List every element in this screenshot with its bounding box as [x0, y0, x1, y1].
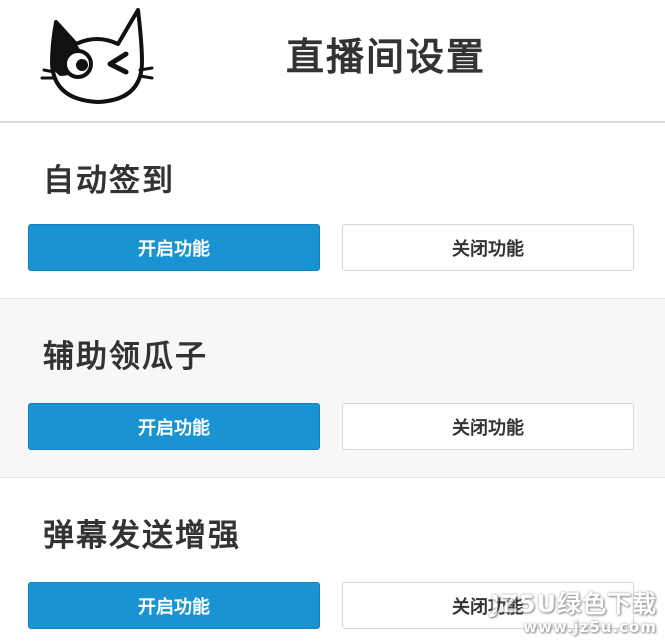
disable-seed-collect-button[interactable]: 关闭功能: [342, 403, 634, 450]
watermark-url: www.jz5u.com: [523, 618, 657, 636]
header: 直播间设置: [0, 0, 665, 123]
disable-auto-checkin-button[interactable]: 关闭功能: [342, 224, 634, 271]
section-title: 自动签到: [43, 163, 175, 199]
cat-mascot-icon: [40, 8, 154, 104]
page-title: 直播间设置: [286, 35, 487, 79]
section-seed-collect: 辅助领瓜子 开启功能 关闭功能: [0, 299, 665, 478]
section-title: 辅助领瓜子: [43, 339, 208, 375]
enable-auto-checkin-button[interactable]: 开启功能: [28, 224, 320, 271]
watermark: JZ5U绿色下载 www.jz5u.com: [490, 584, 661, 642]
watermark-text: JZ5U绿色下载: [490, 590, 657, 618]
enable-seed-collect-button[interactable]: 开启功能: [28, 403, 320, 450]
section-title: 弹幕发送增强: [43, 518, 241, 554]
enable-danmaku-enhance-button[interactable]: 开启功能: [28, 582, 320, 629]
section-auto-checkin: 自动签到 开启功能 关闭功能: [0, 123, 665, 299]
